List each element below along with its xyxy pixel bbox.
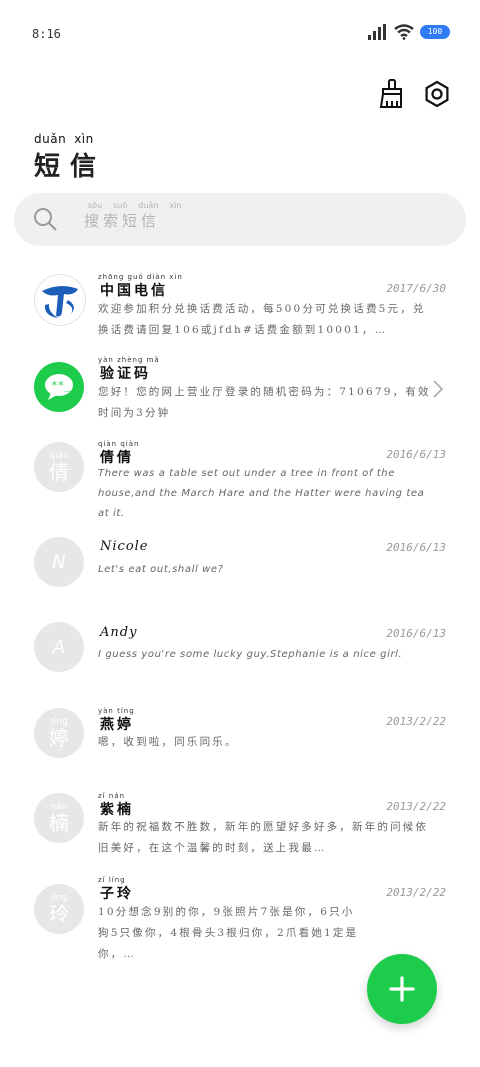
message-date: 2016/6/13 xyxy=(386,627,446,640)
message-item-china-telecom[interactable]: zhōng guó diàn xìn 中国电信 2017/6/30 欢迎参加积分… xyxy=(0,258,480,344)
message-item-verification-code[interactable]: **_ yàn zhèng mǎ 验证码 您好！您的网上营业厅登录的随机密码为：… xyxy=(0,344,480,430)
message-preview: 您好！您的网上营业厅登录的随机密码为：710679，有效时间为3分钟 xyxy=(98,386,431,419)
sender-name: 中国电信 xyxy=(100,283,168,299)
status-icons: 100 xyxy=(368,24,450,40)
avatar: N xyxy=(34,537,84,587)
avatar: tíng 婷 xyxy=(34,708,84,758)
avatar: nán 楠 xyxy=(34,793,84,843)
brush-icon xyxy=(379,79,402,108)
sender-name: 子玲 xyxy=(100,886,134,902)
message-date: 2013/2/22 xyxy=(386,715,446,728)
search-py-2: suǒ xyxy=(113,201,128,210)
sender-name: 验证码 xyxy=(100,366,151,382)
new-message-button[interactable] xyxy=(367,954,437,1024)
message-item-qianqian[interactable]: qiàn 倩 qiàn qiàn 倩倩 2016/6/13 There was … xyxy=(0,430,480,528)
china-telecom-logo-icon xyxy=(42,285,78,318)
pinyin-2: xìn xyxy=(74,132,94,146)
message-preview: 欢迎参加积分兑换话费活动，每500分可兑换话费5元，兑换话费请回复106或jfd… xyxy=(98,303,426,336)
wifi-icon xyxy=(394,24,414,40)
chevron-right-icon[interactable] xyxy=(432,379,444,399)
avatar: **_ xyxy=(34,362,84,412)
message-preview: There was a table set out under a tree i… xyxy=(98,468,425,519)
message-preview: 10分想念9别的你，9张照片7张是你，6只小狗5只像你，4根骨头3根归你，2爪看… xyxy=(98,906,359,960)
message-item-andy[interactable]: A Andy 2016/6/13 I guess you're some luc… xyxy=(0,614,480,699)
message-date: 2017/6/30 xyxy=(386,282,446,295)
sender-name: Andy xyxy=(100,625,138,640)
search-py-3: duǎn xyxy=(138,201,159,210)
search-py-1: sōu xyxy=(88,201,103,210)
avatar: qiàn 倩 xyxy=(34,442,84,492)
search-icon xyxy=(34,208,57,231)
page-title-pinyin: duǎn xìn xyxy=(34,132,106,146)
brush-button[interactable] xyxy=(374,78,404,110)
search-placeholder: sōu suǒ duǎn xìn 搜索短信 xyxy=(84,201,181,231)
message-list: zhōng guó diàn xìn 中国电信 2017/6/30 欢迎参加积分… xyxy=(0,258,480,966)
message-preview: I guess you're some lucky guy.Stephanie … xyxy=(98,649,403,660)
message-item-yanting[interactable]: tíng 婷 yàn tíng 燕婷 2013/2/22 嗯，收到啦，同乐同乐。 xyxy=(0,699,480,784)
avatar xyxy=(34,274,86,326)
message-item-ziling[interactable]: líng 玲 zǐ líng 子玲 2013/2/22 10分想念9别的你，9张… xyxy=(0,876,480,966)
message-preview: 新年的祝福数不胜数，新年的愿望好多好多，新年的问候依旧美好，在这个温馨的时刻，送… xyxy=(98,821,429,854)
pinyin-1: duǎn xyxy=(34,132,67,146)
sender-name: 燕婷 xyxy=(100,717,134,733)
sender-name: Nicole xyxy=(100,539,149,554)
settings-button[interactable] xyxy=(422,78,452,110)
plus-icon xyxy=(389,976,415,1002)
search-pinyin: sōu suǒ duǎn xìn xyxy=(84,201,181,210)
status-bar: 8:16 100 xyxy=(0,0,480,68)
message-date: 2013/2/22 xyxy=(386,800,446,813)
signal-icon xyxy=(368,24,386,40)
sender-name: 紫楠 xyxy=(100,802,134,818)
status-time: 8:16 xyxy=(32,27,61,41)
avatar: A xyxy=(34,622,84,672)
message-date: 2013/2/22 xyxy=(386,886,446,899)
avatar-char: 婷 xyxy=(49,726,69,750)
search-input[interactable]: sōu suǒ duǎn xìn 搜索短信 xyxy=(14,193,466,246)
avatar-char: 倩 xyxy=(49,460,69,484)
search-py-4: xìn xyxy=(169,201,182,210)
message-item-nicole[interactable]: N Nicole 2016/6/13 Let's eat out,shall w… xyxy=(0,528,480,614)
page-title-text: 短信 xyxy=(34,152,107,182)
message-item-zinan[interactable]: nán 楠 zǐ nán 紫楠 2013/2/22 新年的祝福数不胜数，新年的愿… xyxy=(0,784,480,876)
search-placeholder-text: 搜索短信 xyxy=(84,212,161,230)
avatar-letter: N xyxy=(52,551,66,573)
avatar-char: 楠 xyxy=(49,811,69,835)
battery-indicator: 100 xyxy=(420,25,450,39)
message-date: 2016/6/13 xyxy=(386,541,446,554)
avatar-letter: A xyxy=(52,636,66,658)
svg-text:**_: **_ xyxy=(51,379,71,392)
chat-bubble-icon: **_ xyxy=(45,374,73,400)
avatar: líng 玲 xyxy=(34,884,84,934)
top-actions xyxy=(374,78,452,110)
message-preview: 嗯，收到啦，同乐同乐。 xyxy=(98,736,238,748)
message-preview: Let's eat out,shall we? xyxy=(98,564,224,575)
message-date: 2016/6/13 xyxy=(386,448,446,461)
page-title: duǎn xìn 短信 xyxy=(34,132,106,183)
avatar-char: 玲 xyxy=(49,902,69,926)
settings-icon xyxy=(425,80,449,108)
